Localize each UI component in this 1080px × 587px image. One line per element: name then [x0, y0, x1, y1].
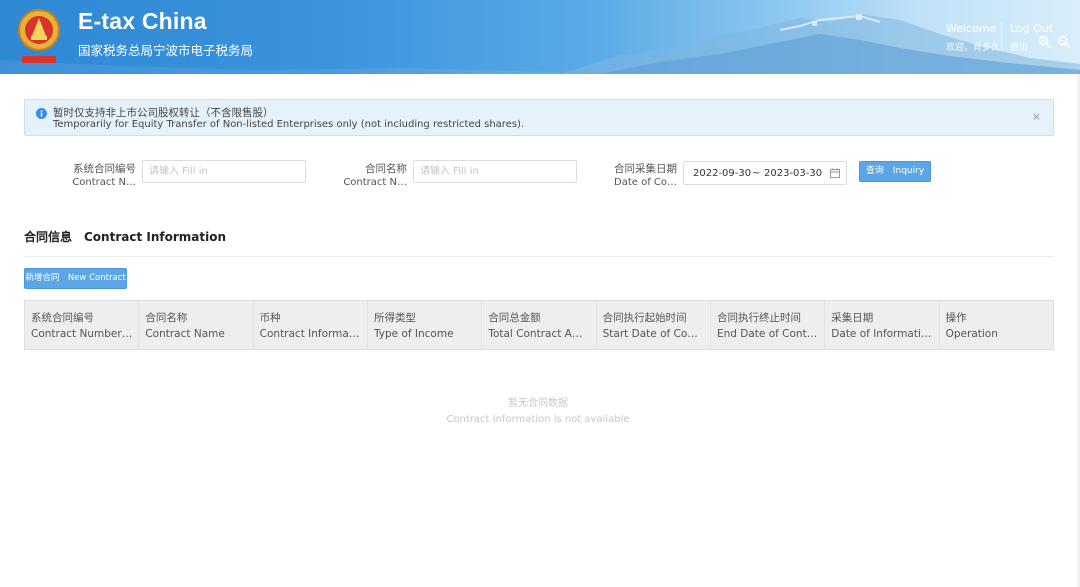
logout-link[interactable]: Log Out	[1010, 22, 1053, 35]
welcome-user: 欢迎，肖多久	[946, 43, 1001, 53]
app-subtitle: 国家税务总局宁波市电子税务局	[78, 43, 254, 58]
tax-bureau-emblem-icon	[18, 9, 60, 63]
info-icon	[36, 108, 47, 119]
top-header: E-tax China 国家税务总局宁波市电子税务局 Welcome 欢迎，肖多…	[0, 0, 1080, 74]
date-separator: ~	[752, 168, 761, 179]
column-header-start-date: 合同执行起始时间 Start Date of Contr...	[597, 301, 711, 349]
welcome-label: Welcome	[946, 22, 997, 35]
close-icon[interactable]: ×	[1032, 111, 1041, 123]
column-header-collection-date: 采集日期 Date of Informatio...	[825, 301, 940, 349]
notice-text-en: Temporarily for Equity Transfer of Non-l…	[53, 119, 525, 130]
section-divider	[24, 256, 1054, 257]
header-separator	[1001, 22, 1002, 52]
date-end[interactable]: 2023-03-30	[764, 168, 822, 179]
column-header-contract-name: 合同名称 Contract Name	[139, 301, 254, 349]
column-header-operation: 操作 Operation	[945, 312, 998, 340]
column-header-income-type: 所得类型 Type of Income	[368, 301, 483, 349]
contract-number-label-zh: 系统合同编号	[73, 163, 136, 175]
column-header-contract-number: 系统合同编号 Contract Number i...	[25, 301, 140, 349]
zoom-out-icon[interactable]	[1057, 35, 1071, 49]
empty-state-text-en: Contract Information is not available	[446, 414, 630, 425]
inquiry-button[interactable]: 查询 Inquiry	[859, 161, 931, 182]
contract-name-label-en: Contract N…	[343, 177, 407, 188]
collection-date-label-en: Date of Co…	[614, 177, 677, 188]
calendar-icon[interactable]	[830, 168, 840, 178]
column-header-total-amount: 合同总金额 Total Contract Am...	[482, 301, 597, 349]
contract-number-label-en: Contract N…	[72, 177, 136, 188]
column-header-currency: 币种 Contract Informati...	[254, 301, 368, 349]
empty-state-text-zh: 暂无合同数据	[508, 398, 568, 409]
contract-name-input[interactable]	[413, 160, 577, 183]
collection-date-label-zh: 合同采集日期	[614, 163, 677, 175]
zoom-in-icon[interactable]	[1038, 35, 1052, 49]
app-title: E-tax China	[78, 8, 207, 34]
new-contract-button[interactable]: 新增合同 New Contract	[24, 268, 127, 289]
contract-table-header: 系统合同编号 Contract Number i... 合同名称 Contract …	[24, 300, 1054, 350]
notice-text-zh: 暂时仅支持非上市公司股权转让（不含限售股）	[53, 107, 274, 119]
column-header-end-date: 合同执行终止时间 End Date of Contr...	[711, 301, 826, 349]
notice-banner: 暂时仅支持非上市公司股权转让（不含限售股） Temporarily for Eq…	[24, 99, 1054, 136]
contract-name-label-zh: 合同名称	[365, 163, 407, 175]
collection-date-range-picker[interactable]: 2022-09-30 ~ 2023-03-30	[683, 161, 847, 185]
contract-number-input[interactable]	[142, 160, 306, 183]
date-start[interactable]: 2022-09-30	[693, 168, 751, 179]
logout-link-zh[interactable]: 退出	[1010, 40, 1028, 53]
section-title-contract-information: 合同信息 Contract Information	[24, 230, 227, 244]
